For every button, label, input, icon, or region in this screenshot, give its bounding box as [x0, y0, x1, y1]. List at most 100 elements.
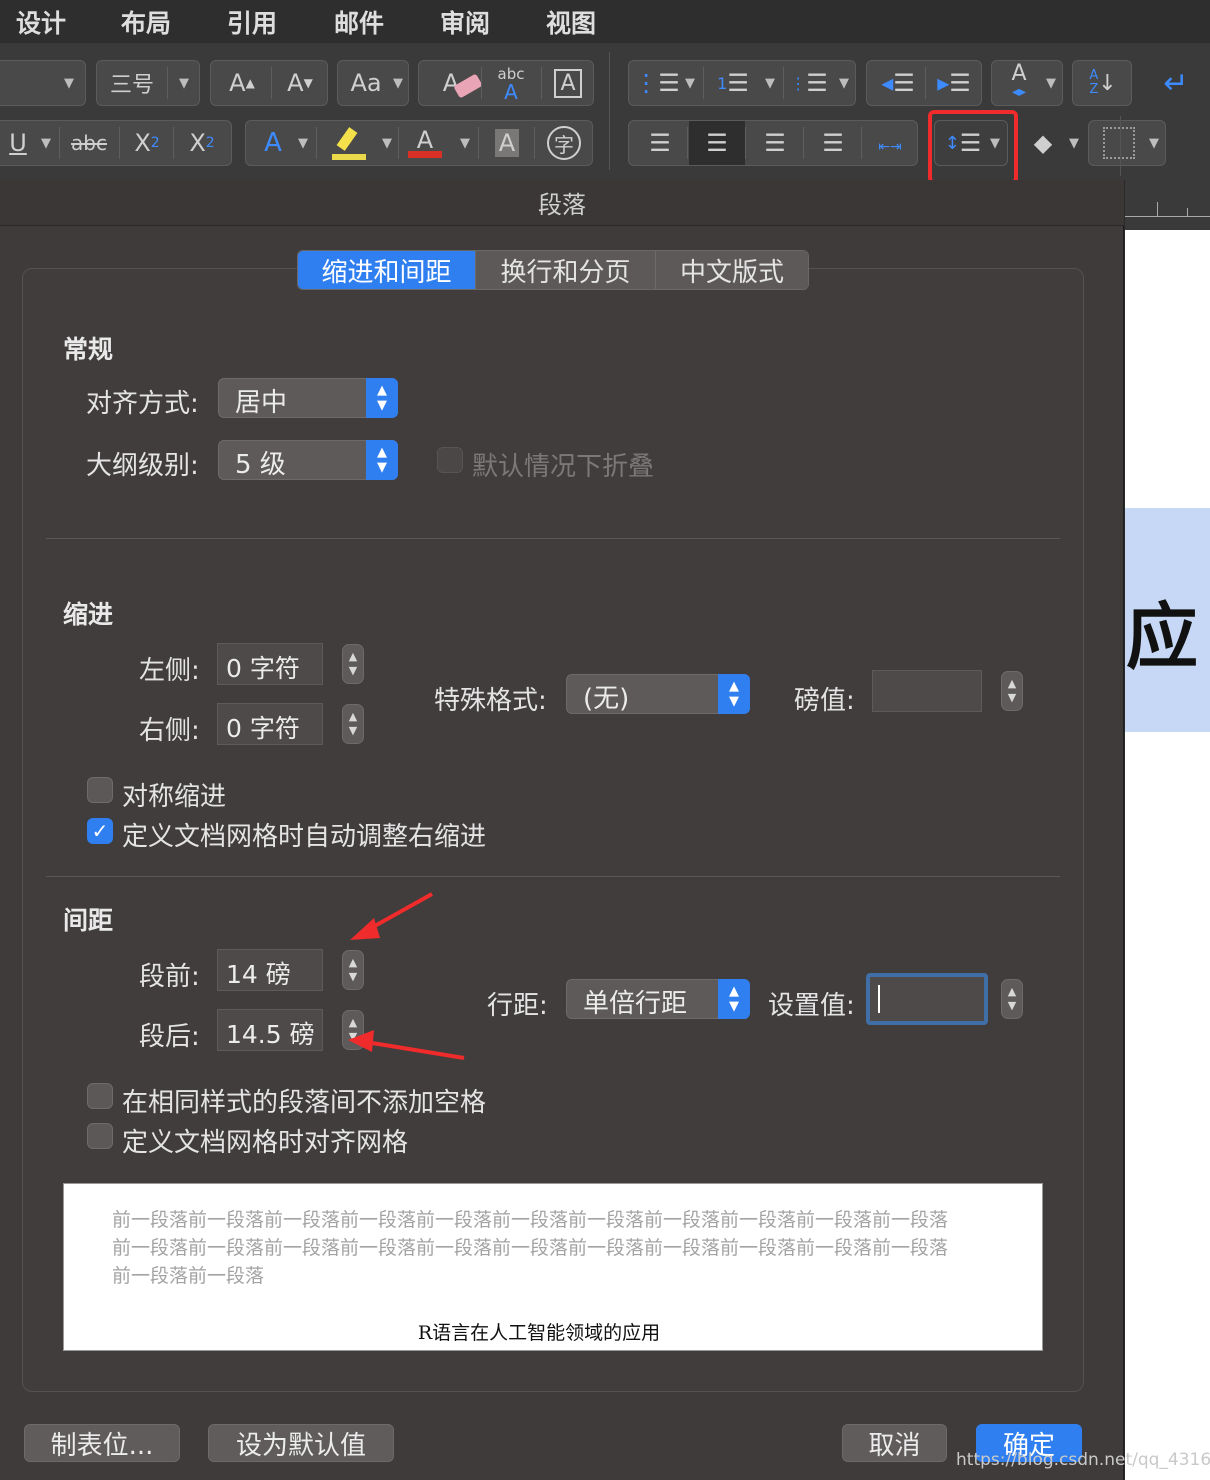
return-arrow-icon: ↵ — [1163, 65, 1189, 101]
general-heading: 常规 — [63, 335, 114, 364]
annotation-arrow-after — [365, 1040, 465, 1060]
updown-arrows-icon: ▲ ▼ — [366, 440, 398, 480]
alignment-select[interactable]: 居中 ▲ ▼ — [218, 378, 398, 418]
by-label: 磅值: — [794, 686, 855, 716]
tab-mailings[interactable]: 邮件 — [334, 4, 384, 40]
multilevel-list-icon[interactable]: ⋮ ☰ — [785, 61, 833, 105]
font-color-button[interactable]: A — [400, 121, 450, 165]
align-left-icon: ☰ — [649, 129, 671, 157]
space-before-field[interactable]: 14 磅 — [217, 949, 323, 991]
sort-icon: A Z ↓ — [1089, 68, 1117, 97]
decrease-indent-icon[interactable]: ◂ ☰ — [871, 61, 925, 105]
text-color-group: A ▼ ▼ A ▼ A 字 — [245, 120, 593, 166]
by-field[interactable] — [872, 670, 982, 712]
shrink-font-button[interactable]: A ▼ — [273, 61, 327, 105]
special-format-value: (无) — [583, 684, 630, 714]
chevron-down-icon: ▼ — [393, 75, 403, 91]
right-indent-stepper[interactable]: ▲ ▼ — [342, 704, 364, 744]
align-center-button[interactable]: ☰ — [689, 121, 745, 165]
cancel-button[interactable]: 取消 — [842, 1424, 947, 1462]
by-stepper[interactable]: ▲ ▼ — [1001, 671, 1023, 711]
no-space-same-style-checkbox[interactable] — [87, 1083, 113, 1109]
outline-level-label: 大纲级别: — [86, 451, 199, 481]
alignment-label: 对齐方式: — [86, 389, 199, 419]
align-right-icon: ☰ — [764, 129, 786, 157]
justify-button[interactable]: ☰ — [805, 121, 861, 165]
special-format-select[interactable]: (无) ▲ ▼ — [566, 674, 750, 714]
chevron-down-icon: ▼ — [298, 135, 308, 151]
chevron-down-icon: ▼ — [1069, 135, 1079, 151]
enclose-char-icon: 字 — [547, 126, 581, 160]
asian-layout-icon: A ◂▸ — [1011, 61, 1027, 101]
tab-review[interactable]: 审阅 — [440, 4, 490, 40]
tab-layout[interactable]: 布局 — [121, 4, 171, 40]
chevron-down-icon: ▼ — [1046, 75, 1056, 91]
text-effect-button[interactable]: A — [252, 121, 294, 165]
underline-button[interactable]: U — [3, 121, 33, 165]
enclose-char-button[interactable]: 字 — [536, 121, 592, 165]
char-shading-icon: A — [494, 129, 520, 157]
dialog-title: 段落 — [0, 180, 1124, 226]
space-after-field[interactable]: 14.5 磅 — [217, 1009, 323, 1051]
snap-grid-checkbox[interactable] — [87, 1123, 113, 1149]
borders-button[interactable]: ▼ — [1088, 120, 1166, 166]
highlight-button[interactable] — [318, 121, 378, 165]
special-format-label: 特殊格式: — [434, 686, 547, 716]
distributed-button[interactable]: ⇤⇥ — [863, 121, 917, 165]
change-case-button[interactable]: Aa ▼ — [337, 60, 409, 106]
align-left-button[interactable]: ☰ — [633, 121, 687, 165]
align-center-icon: ☰ — [706, 129, 728, 157]
char-shading-button[interactable]: A — [480, 121, 534, 165]
char-border-button[interactable]: A — [543, 61, 593, 105]
left-indent-field[interactable]: 0 字符 — [217, 643, 323, 685]
at-stepper[interactable]: ▲ ▼ — [1001, 979, 1023, 1019]
tabs-button[interactable]: 制表位... — [24, 1424, 180, 1462]
subscript-button[interactable]: X2 — [121, 121, 173, 165]
set-default-button[interactable]: 设为默认值 — [208, 1424, 394, 1462]
char-border-icon: A — [554, 68, 582, 98]
auto-adjust-checkbox[interactable]: ✓ — [87, 818, 113, 844]
paragraph-preview: 前一段落前一段落前一段落前一段落前一段落前一段落前一段落前一段落前一段落前一段落… — [63, 1183, 1043, 1351]
mirror-indents-checkbox[interactable] — [87, 777, 113, 803]
clear-format-button[interactable]: A — [423, 61, 483, 105]
sort-button[interactable]: A Z ↓ — [1072, 60, 1132, 106]
font-size-dropdown[interactable]: 三号 ▼ — [96, 60, 200, 106]
annotation-arrows — [348, 892, 465, 1060]
font-name-dropdown[interactable]: ▼ — [0, 60, 86, 106]
collapse-default-checkbox[interactable] — [437, 447, 463, 473]
strikethrough-button[interactable]: abc — [61, 121, 117, 165]
grow-font-button[interactable]: A ▲ — [215, 61, 269, 105]
format-group: A abc A A — [418, 60, 594, 106]
increase-indent-icon[interactable]: ▸ ☰ — [927, 61, 981, 105]
phonetic-guide-button[interactable]: abc A — [483, 61, 539, 105]
superscript-button[interactable]: X2 — [175, 121, 229, 165]
asian-layout-button[interactable]: A ◂▸ ▼ — [991, 60, 1063, 106]
tab-design[interactable]: 设计 — [16, 4, 66, 40]
document-page[interactable] — [1125, 230, 1210, 1480]
tab-references[interactable]: 引用 — [227, 4, 277, 40]
font-size-value: 三号 — [109, 73, 154, 98]
divider — [46, 876, 1060, 877]
right-indent-field[interactable]: 0 字符 — [217, 703, 323, 745]
numbering-icon[interactable]: 1 ☰ — [705, 61, 761, 105]
updown-arrows-icon: ▲ ▼ — [718, 979, 750, 1019]
tab-view[interactable]: 视图 — [546, 4, 596, 40]
line-spacing-select[interactable]: 单倍行距 ▲ ▼ — [566, 979, 750, 1019]
shading-button[interactable]: ◆ ▼ — [1018, 120, 1088, 166]
collapse-default-label: 默认情况下折叠 — [472, 452, 655, 482]
at-field[interactable] — [866, 973, 988, 1025]
justify-icon: ☰ — [822, 129, 844, 157]
outline-level-select[interactable]: 5 级 ▲ ▼ — [218, 440, 398, 480]
bullets-icon[interactable]: ⋮ ☰ — [633, 61, 681, 105]
tab-line-page-breaks[interactable]: 换行和分页 — [476, 251, 656, 289]
preview-sample-text: R语言在人工智能领域的应用 — [417, 1322, 661, 1344]
tab-indents-spacing[interactable]: 缩进和间距 — [298, 251, 476, 289]
tab-asian-typography[interactable]: 中文版式 — [656, 251, 808, 289]
align-right-button[interactable]: ☰ — [747, 121, 803, 165]
eraser-icon: A — [443, 69, 483, 99]
chevron-down-icon: ▼ — [765, 75, 775, 91]
show-marks-button[interactable]: ↵ — [1141, 60, 1210, 106]
alignment-group: ☰ ☰ ☰ ☰ ⇤⇥ — [628, 120, 918, 166]
left-indent-stepper[interactable]: ▲ ▼ — [342, 644, 364, 684]
indent-group: ◂ ☰ ▸ ☰ — [866, 60, 982, 106]
